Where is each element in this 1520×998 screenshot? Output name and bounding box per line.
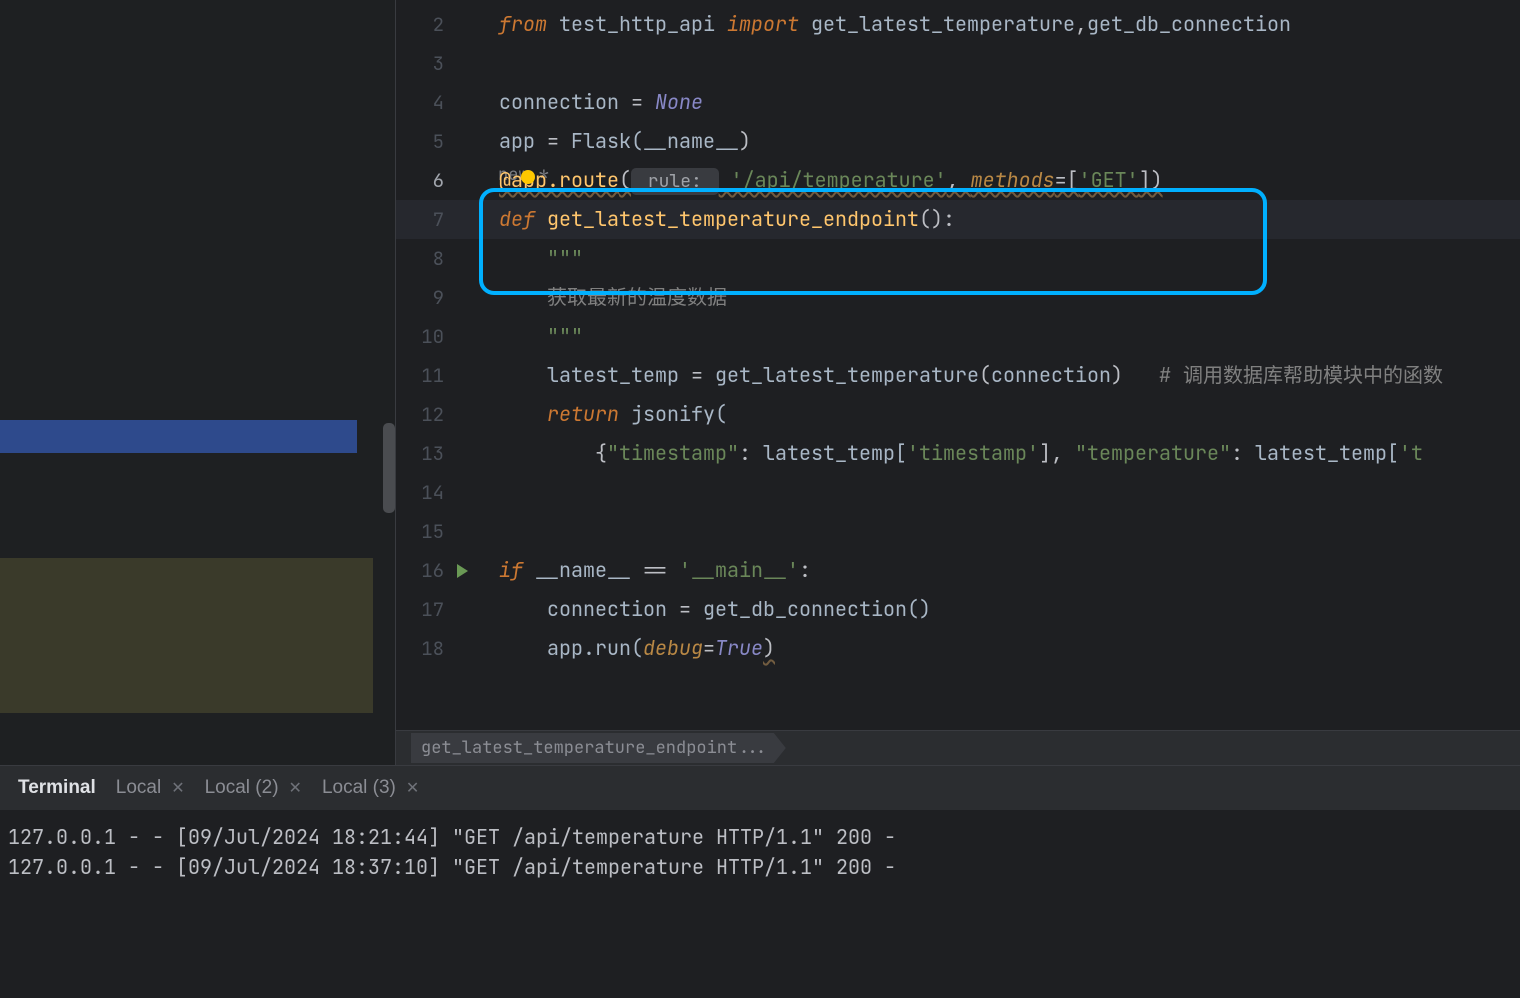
close-icon[interactable]: ✕	[406, 778, 419, 798]
code-editor[interactable]: 23456789101112131415161718 new * from te…	[396, 0, 1520, 730]
code-line[interactable]: @app.route( rule: '/api/temperature', me…	[474, 161, 1520, 200]
line-number[interactable]: 6	[396, 161, 474, 200]
intention-bulb-icon[interactable]	[521, 170, 535, 184]
sidebar-scrollbar[interactable]	[383, 423, 395, 513]
sidebar-section	[0, 558, 373, 713]
terminal-tab-local[interactable]: Local ✕	[116, 777, 185, 799]
line-number[interactable]: 9	[396, 278, 474, 317]
code-line[interactable]: if __name__ == '__main__':	[474, 551, 1520, 590]
code-line[interactable]: latest_temp = get_latest_temperature(con…	[474, 356, 1520, 395]
code-line[interactable]: return jsonify(	[474, 395, 1520, 434]
code-line[interactable]: app = Flask(__name__)	[474, 122, 1520, 161]
terminal-log-line: 127.0.0.1 - - [09/Jul/2024 18:21:44] "GE…	[8, 822, 1512, 852]
terminal-tab-local-3[interactable]: Local (3) ✕	[322, 777, 419, 799]
terminal-tab-local-2[interactable]: Local (2) ✕	[205, 777, 302, 799]
parameter-hint: rule:	[631, 168, 719, 195]
code-line[interactable]	[474, 512, 1520, 551]
terminal-output[interactable]: 127.0.0.1 - - [09/Jul/2024 18:21:44] "GE…	[0, 810, 1520, 894]
terminal-tabs: Terminal Local ✕ Local (2) ✕ Local (3) ✕	[0, 766, 1520, 810]
line-number[interactable]: 5	[396, 122, 474, 161]
run-gutter-icon[interactable]	[457, 564, 468, 578]
line-number[interactable]: 18	[396, 629, 474, 668]
terminal-log-line: 127.0.0.1 - - [09/Jul/2024 18:37:10] "GE…	[8, 852, 1512, 882]
close-icon[interactable]: ✕	[171, 778, 184, 798]
terminal-panel: Terminal Local ✕ Local (2) ✕ Local (3) ✕…	[0, 765, 1520, 998]
line-number[interactable]: 10	[396, 317, 474, 356]
code-line[interactable]: connection = get_db_connection()	[474, 590, 1520, 629]
line-number[interactable]: 14	[396, 473, 474, 512]
code-line[interactable]: """	[474, 239, 1520, 278]
line-number[interactable]: 12	[396, 395, 474, 434]
line-number[interactable]: 7	[396, 200, 474, 239]
line-number[interactable]: 15	[396, 512, 474, 551]
code-line[interactable]: """	[474, 317, 1520, 356]
line-number[interactable]: 3	[396, 44, 474, 83]
code-content[interactable]: new * from test_http_api import get_late…	[474, 0, 1520, 730]
line-number[interactable]: 17	[396, 590, 474, 629]
code-line[interactable]: def get_latest_temperature_endpoint():	[474, 200, 1520, 239]
code-line[interactable]: {"timestamp": latest_temp['timestamp'], …	[474, 434, 1520, 473]
line-number[interactable]: 13	[396, 434, 474, 473]
gutter[interactable]: 23456789101112131415161718	[396, 0, 474, 730]
code-line[interactable]: 获取最新的温度数据	[474, 278, 1520, 317]
editor-area: 23456789101112131415161718 new * from te…	[395, 0, 1520, 765]
terminal-tool-label[interactable]: Terminal	[18, 777, 96, 799]
line-number[interactable]: 16	[396, 551, 474, 590]
line-number[interactable]: 11	[396, 356, 474, 395]
code-line[interactable]	[474, 473, 1520, 512]
code-line[interactable]: connection = None	[474, 83, 1520, 122]
sidebar-selected-item[interactable]	[0, 420, 357, 453]
line-number[interactable]: 2	[396, 5, 474, 44]
line-number[interactable]: 4	[396, 83, 474, 122]
breadcrumb-item[interactable]: get_latest_temperature_endpoint...	[411, 733, 786, 763]
project-sidebar[interactable]	[0, 0, 395, 765]
line-number[interactable]: 8	[396, 239, 474, 278]
code-line[interactable]: from test_http_api import get_latest_tem…	[474, 5, 1520, 44]
code-line[interactable]	[474, 44, 1520, 83]
code-line[interactable]: app.run(debug=True)	[474, 629, 1520, 668]
close-icon[interactable]: ✕	[289, 778, 302, 798]
breadcrumb-bar: get_latest_temperature_endpoint...	[396, 730, 1520, 765]
